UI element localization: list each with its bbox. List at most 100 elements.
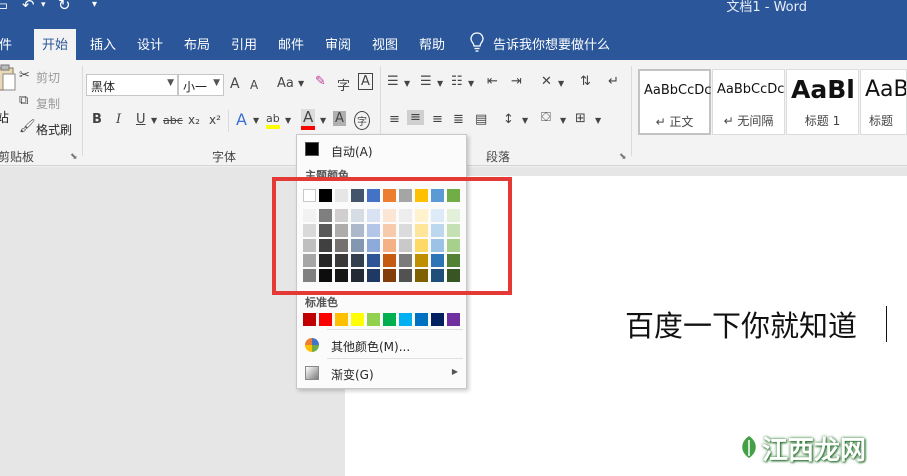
multilevel-list-icon[interactable]: ☷ — [451, 74, 463, 89]
cut-button[interactable]: 剪切 — [36, 69, 60, 86]
character-shading-button[interactable]: A — [333, 111, 346, 126]
format-painter-button[interactable]: 格式刷 — [36, 121, 72, 138]
grow-font-button[interactable]: A — [230, 76, 240, 92]
decrease-indent-icon[interactable]: ⇤ — [487, 74, 498, 89]
numbering-icon[interactable]: ☰ — [420, 74, 432, 89]
chevron-down-icon[interactable]: ▼ — [595, 116, 601, 125]
standard-color-swatch[interactable] — [335, 313, 348, 326]
separator — [228, 110, 229, 132]
standard-color-swatch[interactable] — [399, 313, 412, 326]
paste-icon[interactable] — [0, 64, 16, 92]
copy-icon[interactable]: ⧉ — [19, 93, 28, 108]
borders-icon[interactable]: ⊞ — [575, 111, 586, 126]
standard-color-swatch[interactable] — [415, 313, 428, 326]
tab-review[interactable]: 审阅 — [325, 34, 351, 53]
paragraph-group-label: 段落 — [486, 150, 511, 164]
tab-help[interactable]: 帮助 — [419, 34, 445, 53]
scissors-icon[interactable]: ✂ — [19, 68, 30, 83]
shrink-font-button[interactable]: A — [250, 78, 258, 92]
tab-design[interactable]: 设计 — [137, 34, 163, 53]
chevron-down-icon[interactable]: ▼ — [253, 116, 259, 125]
redo-icon[interactable]: ↻ — [58, 0, 71, 13]
style-no-spacing[interactable]: AaBbCcDc ↵ 无间隔 — [712, 69, 785, 135]
subscript-button[interactable]: x₂ — [188, 113, 200, 127]
bold-button[interactable]: B — [92, 112, 102, 127]
underline-button[interactable]: U — [136, 112, 146, 127]
more-colors-item[interactable]: 其他颜色(M)... — [301, 333, 462, 357]
chevron-down-icon[interactable]: ▼ — [437, 79, 443, 88]
chevron-down-icon[interactable]: ▼ — [151, 116, 157, 125]
distributed-icon[interactable]: ▤ — [475, 112, 487, 127]
change-case-button[interactable]: Aa — [277, 76, 294, 91]
automatic-color-item[interactable]: 自动(A) — [301, 137, 462, 161]
standard-color-swatch[interactable] — [319, 313, 332, 326]
chevron-down-icon[interactable]: ▼ — [468, 79, 474, 88]
chevron-down-icon[interactable]: ▼ — [558, 79, 564, 88]
tab-home[interactable]: 开始 — [34, 29, 77, 60]
chevron-down-icon[interactable]: ▼ — [522, 116, 528, 125]
chevron-down-icon[interactable]: ▼ — [285, 116, 291, 125]
align-center-icon[interactable]: ≡ — [407, 110, 424, 125]
document-text[interactable]: 百度一下你就知道 — [625, 303, 857, 345]
tab-mailings[interactable]: 邮件 — [278, 34, 304, 53]
gradient-item[interactable]: 渐变(G) ▶ — [301, 361, 462, 385]
align-left-icon[interactable]: ≡ — [389, 112, 400, 127]
style-heading-1[interactable]: AaBl 标题 1 — [786, 69, 859, 135]
standard-color-swatch[interactable] — [383, 313, 396, 326]
asian-layout-icon[interactable]: ✕ — [541, 74, 552, 89]
style-sample: AaBl — [791, 75, 855, 104]
tell-me-search[interactable]: 告诉我你想要做什么 — [493, 34, 610, 53]
increase-indent-icon[interactable]: ⇥ — [511, 74, 522, 89]
undo-dropdown-icon[interactable]: ▾ — [41, 0, 46, 10]
menu-divider — [327, 329, 463, 330]
tab-layout[interactable]: 布局 — [184, 34, 210, 53]
clipboard-launcher-icon[interactable]: ⬊ — [70, 152, 78, 162]
font-name-combo[interactable]: 黑体 ▼ — [86, 74, 178, 96]
style-normal[interactable]: AaBbCcDc ↵ 正文 — [638, 69, 711, 135]
tab-view[interactable]: 视图 — [372, 34, 398, 53]
chevron-down-icon[interactable]: ▼ — [298, 79, 304, 88]
justify-icon[interactable]: ≣ — [453, 112, 464, 127]
italic-button[interactable]: I — [116, 112, 121, 127]
sort-icon[interactable]: ⇅ — [580, 74, 591, 89]
align-right-icon[interactable]: ≡ — [432, 112, 443, 127]
character-border-button[interactable]: A — [358, 73, 373, 90]
tab-insert[interactable]: 插入 — [90, 34, 116, 53]
show-marks-icon[interactable]: ↵ — [608, 74, 619, 89]
undo-icon[interactable]: ↶ — [22, 0, 35, 13]
separator — [631, 66, 632, 156]
title-bar: ▭ ↶ ▾ ↻ ▾ 文档1 - Word — [0, 0, 907, 26]
bullets-icon[interactable]: ☰ — [387, 74, 399, 89]
chevron-down-icon[interactable]: ▼ — [560, 116, 566, 125]
font-color-button[interactable]: A — [301, 109, 316, 130]
standard-color-swatch[interactable] — [351, 313, 364, 326]
copy-button[interactable]: 复制 — [36, 95, 60, 112]
font-size-value: 小一 — [183, 80, 208, 94]
standard-color-swatch[interactable] — [367, 313, 380, 326]
chevron-down-icon[interactable]: ▼ — [404, 79, 410, 88]
line-spacing-icon[interactable]: ↕ — [503, 112, 514, 127]
font-size-combo[interactable]: 小一 ▼ — [178, 74, 224, 96]
standard-color-swatch[interactable] — [431, 313, 444, 326]
strikethrough-button[interactable]: abc — [163, 114, 183, 127]
chevron-down-icon[interactable]: ▼ — [320, 116, 326, 125]
tab-references[interactable]: 引用 — [231, 34, 257, 53]
enclose-characters-button[interactable]: 字 — [354, 111, 370, 130]
text-effects-button[interactable]: A — [236, 110, 247, 129]
format-painter-icon[interactable]: 🖌 — [19, 119, 36, 134]
save-icon[interactable]: ▭ — [0, 0, 8, 13]
menu-divider — [327, 358, 463, 359]
highlight-button[interactable]: ab — [266, 112, 280, 129]
gradient-icon — [305, 366, 319, 380]
paragraph-launcher-icon[interactable]: ⬊ — [619, 152, 627, 162]
phonetic-guide-button[interactable]: 字 — [337, 75, 350, 94]
tab-file[interactable]: 件 — [0, 34, 12, 53]
standard-color-swatch[interactable] — [447, 313, 460, 326]
customize-icon[interactable]: ▾ — [92, 0, 97, 10]
clear-formatting-icon[interactable]: ✎ — [315, 74, 326, 89]
paste-label[interactable]: 站 — [0, 107, 9, 126]
standard-color-swatch[interactable] — [303, 313, 316, 326]
style-heading[interactable]: AaB 标题 — [860, 69, 907, 135]
shading-icon[interactable]: ⛋ — [541, 110, 551, 125]
superscript-button[interactable]: x² — [209, 113, 221, 127]
